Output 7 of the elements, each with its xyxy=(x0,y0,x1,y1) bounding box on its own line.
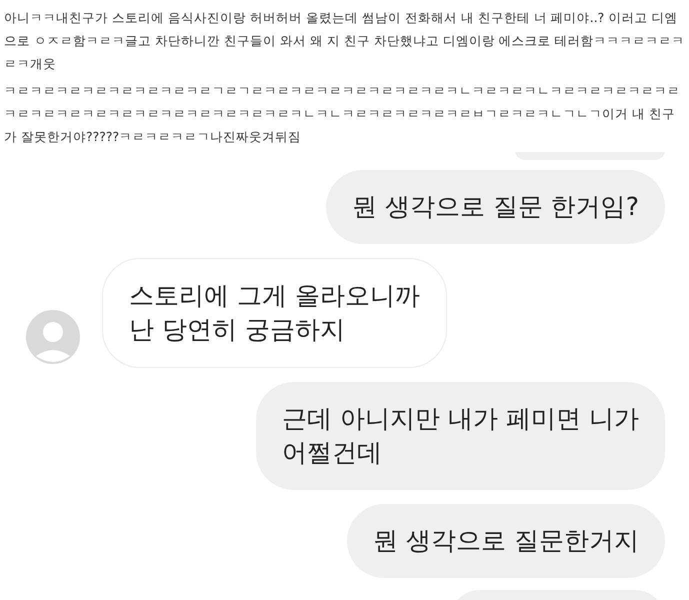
post-text: 아니ㅋㅋ내친구가 스토리에 음식사진이랑 허버허버 올렸는데 썸남이 전화해서 내 친구한테 너 페미야..? 이러고 디엠으로 ㅇㅈㄹ함ㅋㄹㅋ글고 차단하니깐 친구들이 와서 왜 지 친구 차단했냐고 디엠이랑 에스크로 테러함ㅋㅋㅋㄹㅋㄹㅋㄹㅋ개웃 xyxy=(4,9,685,73)
sent-message-bubble: 뭔 생각으로 질문한거지 xyxy=(347,504,665,578)
avatar-icon xyxy=(26,310,80,364)
received-message-bubble: 스토리에 그게 올라오니까 난 당연히 궁금하지 xyxy=(102,258,447,368)
sent-message-bubble: 뭔 생각으로 질문 한거임? xyxy=(326,170,665,244)
post-text: ㅋㄹㅋㄹㅋㄹㅋㄹㅋㄹㅋㄹㅋㄹㅋㄹㄱㄹㄱㄹㅋㄹㅋㄹㅋㄹㅋㄹㅋㄹㅋㄹㅋㄹㅋㄴㅋㄹㅋㄹㅋㄴㅋㄹㅋㄹㅋㄹㅋㄹㅋㄹㅋㄹㅋㄹㅋㄹㅋㄹㅋㄹㅋㄹㅋㄹㅋㄹㅋㄹㅋㄹㅋㄹㅋㄴㅋㄴㅋㄹㅋㄹㅋㄹㅋㄹㅋㄹㅂㄱㄹㅋㄹㅋㄴㄱㄴㄱ이거 내 친구가 잘못한거야?????ㅋㄹㅋㄹㅋㄹㄱ나진짜웃겨뒤짐 xyxy=(4,82,681,146)
sent-message-bubble: 근데 아니지만 내가 페미면 니가 어쩔건데 xyxy=(256,382,665,490)
